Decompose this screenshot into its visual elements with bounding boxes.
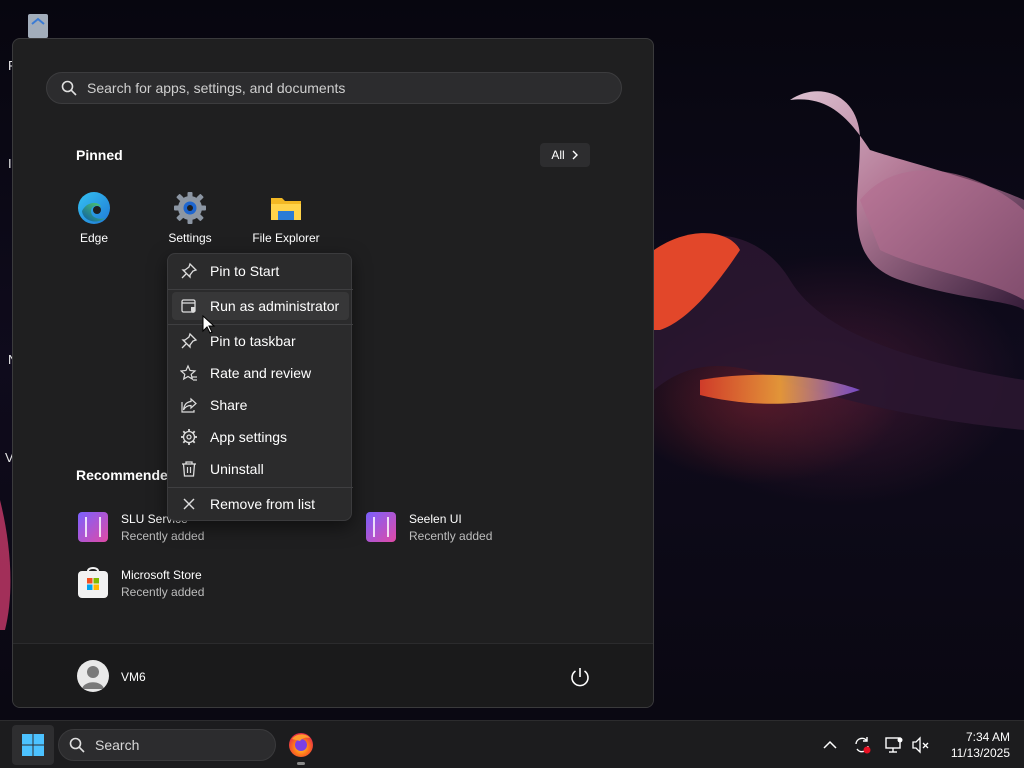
ctx-pin-to-start[interactable]: Pin to Start xyxy=(172,257,349,285)
pin-icon xyxy=(181,262,198,279)
recommended-title: Recommended xyxy=(76,467,177,483)
ctx-item-label: Run as administrator xyxy=(210,298,340,314)
ctx-separator xyxy=(168,487,353,488)
ctx-run-as-administrator[interactable]: Run as administrator xyxy=(172,292,349,320)
ctx-item-label: Rate and review xyxy=(210,365,312,381)
ctx-item-label: App settings xyxy=(210,429,288,445)
chevron-up-icon[interactable] xyxy=(820,735,840,755)
ctx-item-label: Pin to taskbar xyxy=(210,333,296,349)
share-icon xyxy=(181,397,197,413)
trash-icon xyxy=(182,461,196,477)
clock-time: 7:34 AM xyxy=(965,730,1010,744)
ctx-item-label: Uninstall xyxy=(210,461,264,477)
recycle-bin-icon[interactable] xyxy=(20,10,56,40)
recommended-item-microsoft-store[interactable]: Microsoft Store Recently added xyxy=(77,567,204,599)
chevron-right-icon xyxy=(572,150,578,160)
all-apps-label: All xyxy=(551,148,565,162)
clock[interactable]: 7:34 AM 11/13/2025 xyxy=(940,729,1010,761)
search-icon xyxy=(61,80,77,96)
recommended-item-subtitle: Recently added xyxy=(121,528,205,543)
all-apps-button[interactable]: All xyxy=(540,143,590,167)
recommended-item-name: Seelen UI xyxy=(409,511,462,526)
store-icon xyxy=(78,567,108,598)
edge-icon xyxy=(78,192,110,224)
folder-icon xyxy=(271,198,301,220)
app-tile-icon xyxy=(366,512,396,542)
ctx-separator xyxy=(168,324,353,325)
ctx-pin-to-taskbar[interactable]: Pin to taskbar xyxy=(172,327,349,355)
ctx-uninstall[interactable]: Uninstall xyxy=(172,455,349,483)
ctx-remove-from-list[interactable]: Remove from list xyxy=(172,490,349,518)
taskbar-search-label: Search xyxy=(95,737,140,753)
start-search-box[interactable] xyxy=(46,72,622,104)
search-icon xyxy=(69,737,85,753)
pinned-title: Pinned xyxy=(76,147,123,163)
ctx-item-label: Remove from list xyxy=(210,496,316,512)
taskbar-search-box[interactable]: Search xyxy=(58,729,276,761)
firefox-icon[interactable] xyxy=(286,729,316,761)
star-icon xyxy=(180,364,197,381)
running-indicator xyxy=(297,762,305,765)
recommended-item-name: Microsoft Store xyxy=(121,567,202,582)
gear-icon xyxy=(181,429,197,445)
network-icon[interactable] xyxy=(884,735,904,755)
taskbar: Search 7:34 AM 11/13/2025 xyxy=(0,720,1024,768)
context-menu: Pin to Start Run as administrator Pin to… xyxy=(167,253,353,521)
ctx-rate-and-review[interactable]: Rate and review xyxy=(172,359,349,387)
ctx-share[interactable]: Share xyxy=(172,391,349,419)
recommended-item-subtitle: Recently added xyxy=(121,584,205,599)
volume-muted-icon[interactable] xyxy=(910,735,930,755)
gear-icon xyxy=(174,192,206,224)
pin-icon xyxy=(181,332,198,349)
sync-icon[interactable] xyxy=(852,735,872,755)
user-icon xyxy=(82,666,104,689)
user-avatar[interactable] xyxy=(77,660,109,692)
pinned-app-file-explorer[interactable]: File Explorer xyxy=(241,191,331,253)
pinned-app-edge[interactable]: Edge xyxy=(49,191,139,253)
shield-window-icon xyxy=(181,299,196,313)
pinned-app-label: Edge xyxy=(79,231,109,245)
start-button[interactable] xyxy=(12,725,54,765)
recommended-item-seelen-ui[interactable]: Seelen UI Recently added xyxy=(365,511,492,543)
start-search-input[interactable] xyxy=(87,80,587,96)
clock-date: 11/13/2025 xyxy=(950,746,1010,760)
ctx-item-label: Share xyxy=(210,397,248,413)
ctx-item-label: Pin to Start xyxy=(210,263,280,279)
app-tile-icon xyxy=(78,512,108,542)
power-icon[interactable] xyxy=(569,666,591,688)
user-name[interactable]: VM6 xyxy=(121,670,146,684)
mouse-cursor-icon xyxy=(202,315,216,334)
pinned-app-settings[interactable]: Settings xyxy=(145,191,235,253)
windows-logo-icon xyxy=(22,734,44,756)
close-icon xyxy=(183,498,195,510)
pinned-app-label: File Explorer xyxy=(252,231,320,245)
start-footer: VM6 xyxy=(13,643,653,707)
recommended-item-subtitle: Recently added xyxy=(409,528,493,543)
ctx-app-settings[interactable]: App settings xyxy=(172,423,349,451)
ctx-separator xyxy=(168,289,353,290)
pinned-app-label: Settings xyxy=(168,231,212,245)
